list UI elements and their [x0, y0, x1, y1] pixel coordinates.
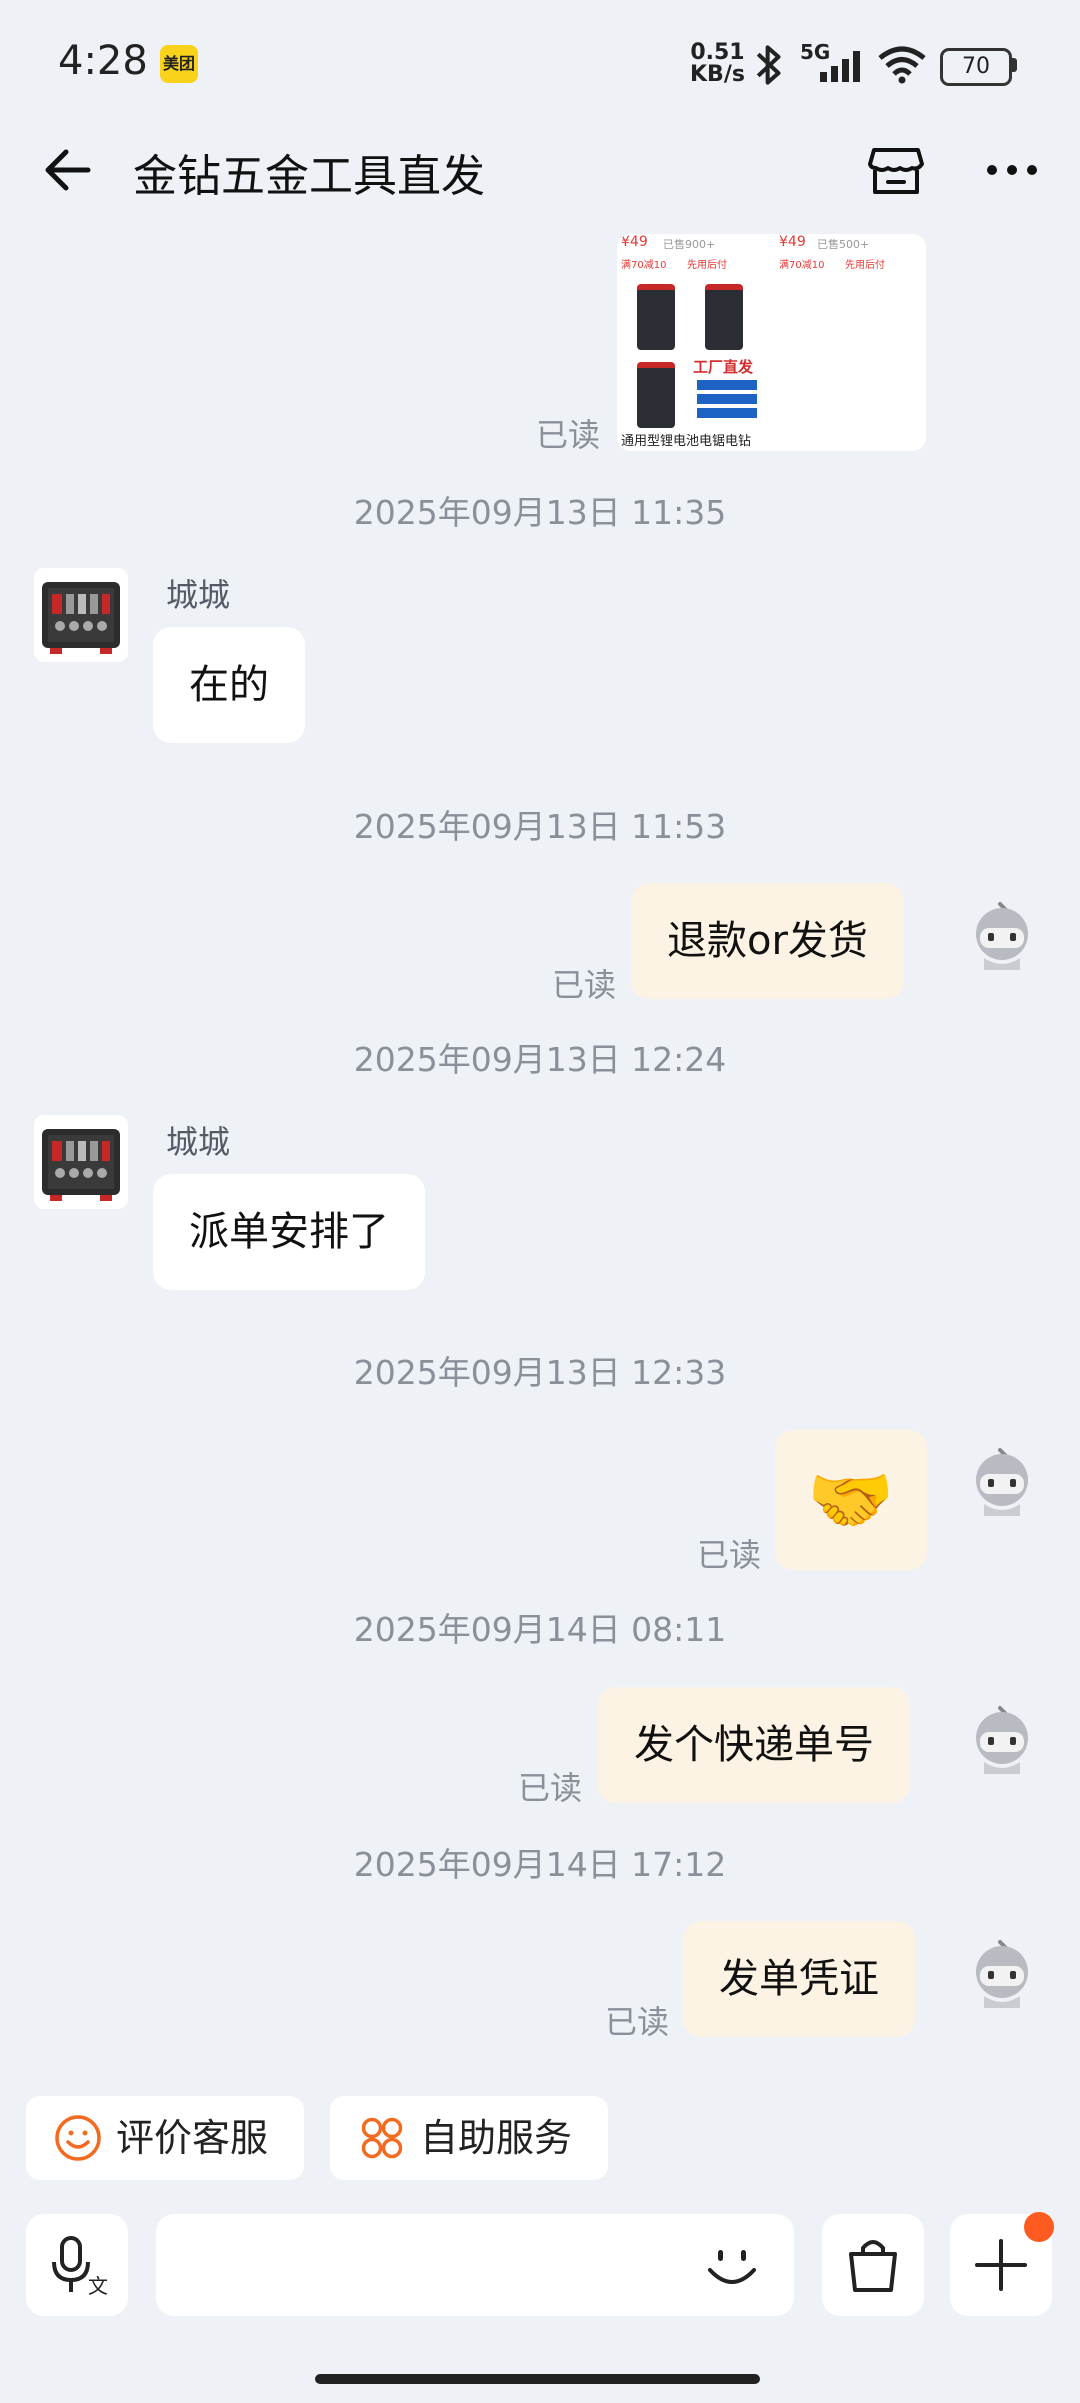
- smile-icon: [55, 2115, 101, 2161]
- product-tag: 先用后付: [687, 260, 727, 271]
- more-icon[interactable]: [982, 140, 1042, 200]
- feature-strip: [697, 408, 757, 418]
- incoming-message-bubble[interactable]: 派单安排了: [153, 1174, 425, 1290]
- battery-indicator: 70: [940, 48, 1012, 86]
- product-image-message[interactable]: ¥49 已售900+ 满70减10 先用后付 工厂直发 通用型锂电池电锯电钻 ¥…: [617, 234, 926, 451]
- product-tag: 满70减10: [779, 260, 825, 271]
- plus-icon: [975, 2239, 1027, 2291]
- message-timestamp: 2025年09月13日 11:35: [353, 493, 727, 532]
- product-sold: 已售900+: [663, 238, 716, 251]
- product-tag: 先用后付: [845, 260, 885, 271]
- user-avatar[interactable]: [966, 900, 1038, 972]
- shopping-bag-icon: [849, 2240, 897, 2292]
- bluetooth-icon: [756, 45, 781, 85]
- store-icon[interactable]: [866, 140, 926, 200]
- user-avatar[interactable]: [966, 1446, 1038, 1518]
- battery-tip: [1012, 58, 1017, 72]
- read-receipt: 已读: [552, 966, 617, 1004]
- shop-avatar[interactable]: [34, 568, 128, 662]
- message-timestamp: 2025年09月13日 12:33: [353, 1353, 727, 1392]
- rate-service-button[interactable]: 评价客服: [26, 2096, 304, 2180]
- sender-name: 城城: [166, 1123, 231, 1161]
- signal-icon: [820, 51, 860, 82]
- product-tag: 满70减10: [621, 260, 667, 271]
- feature-strip: [697, 394, 757, 404]
- toolbox-image-icon: [42, 582, 120, 654]
- rate-service-label: 评价客服: [116, 2116, 269, 2160]
- self-service-icon: [361, 2117, 403, 2159]
- outgoing-message-bubble[interactable]: 发个快递单号: [598, 1687, 910, 1803]
- incoming-message-bubble[interactable]: 在的: [153, 627, 305, 743]
- battery-product-icon: [637, 284, 675, 350]
- product-sold: 已售500+: [817, 238, 870, 251]
- message-timestamp: 2025年09月13日 11:53: [353, 807, 727, 846]
- message-timestamp: 2025年09月13日 12:24: [353, 1040, 727, 1079]
- product-caption: 通用型锂电池电锯电钻: [621, 434, 752, 449]
- battery-product-icon: [637, 362, 675, 428]
- user-avatar[interactable]: [966, 1704, 1038, 1776]
- sender-name: 城城: [166, 576, 231, 614]
- emoji-message-bubble[interactable]: 🤝: [775, 1430, 927, 1570]
- chat-title: 金钻五金工具直发: [133, 151, 485, 202]
- factory-banner: 工厂直发: [693, 358, 754, 376]
- self-service-label: 自助服务: [420, 2116, 573, 2160]
- read-receipt: 已读: [518, 1769, 583, 1807]
- emoji-icon[interactable]: [704, 2238, 760, 2294]
- product-thumb-right: ¥49 已售500+ 满70减10 先用后付: [777, 234, 926, 451]
- battery-product-icon: [705, 284, 743, 350]
- self-service-button[interactable]: 自助服务: [330, 2096, 608, 2180]
- product-price: ¥49: [779, 234, 806, 250]
- net-speed-unit: KB/s: [690, 62, 745, 87]
- outgoing-message-bubble[interactable]: 发单凭证: [683, 1921, 915, 2037]
- order-bag-button[interactable]: [822, 2214, 924, 2316]
- net-speed-value: 0.51: [690, 40, 745, 65]
- voice-input-button[interactable]: 文: [26, 2214, 128, 2316]
- meituan-app-icon: 美团: [160, 45, 198, 83]
- wifi-icon: [878, 46, 926, 84]
- message-timestamp: 2025年09月14日 08:11: [353, 1610, 727, 1649]
- product-price: ¥49: [621, 234, 648, 250]
- outgoing-message-bubble[interactable]: 退款or发货: [631, 883, 904, 999]
- product-thumb-left: ¥49 已售900+ 满70减10 先用后付 工厂直发 通用型锂电池电锯电钻: [617, 234, 772, 451]
- voice-to-text-label: 文: [88, 2274, 108, 2298]
- toolbox-image-icon: [42, 1129, 120, 1201]
- net-speed: 0.51 KB/s: [690, 42, 745, 86]
- status-time: 4:28: [58, 38, 148, 84]
- message-timestamp: 2025年09月14日 17:12: [353, 1845, 727, 1884]
- back-arrow-icon[interactable]: [40, 140, 100, 200]
- read-receipt: 已读: [536, 416, 601, 454]
- read-receipt: 已读: [697, 1536, 762, 1574]
- shop-avatar[interactable]: [34, 1115, 128, 1209]
- notification-dot: [1024, 2212, 1054, 2242]
- home-indicator[interactable]: [315, 2374, 760, 2384]
- read-receipt: 已读: [605, 2003, 670, 2041]
- feature-strip: [697, 380, 757, 390]
- message-input[interactable]: [156, 2214, 794, 2316]
- user-avatar[interactable]: [966, 1938, 1038, 2010]
